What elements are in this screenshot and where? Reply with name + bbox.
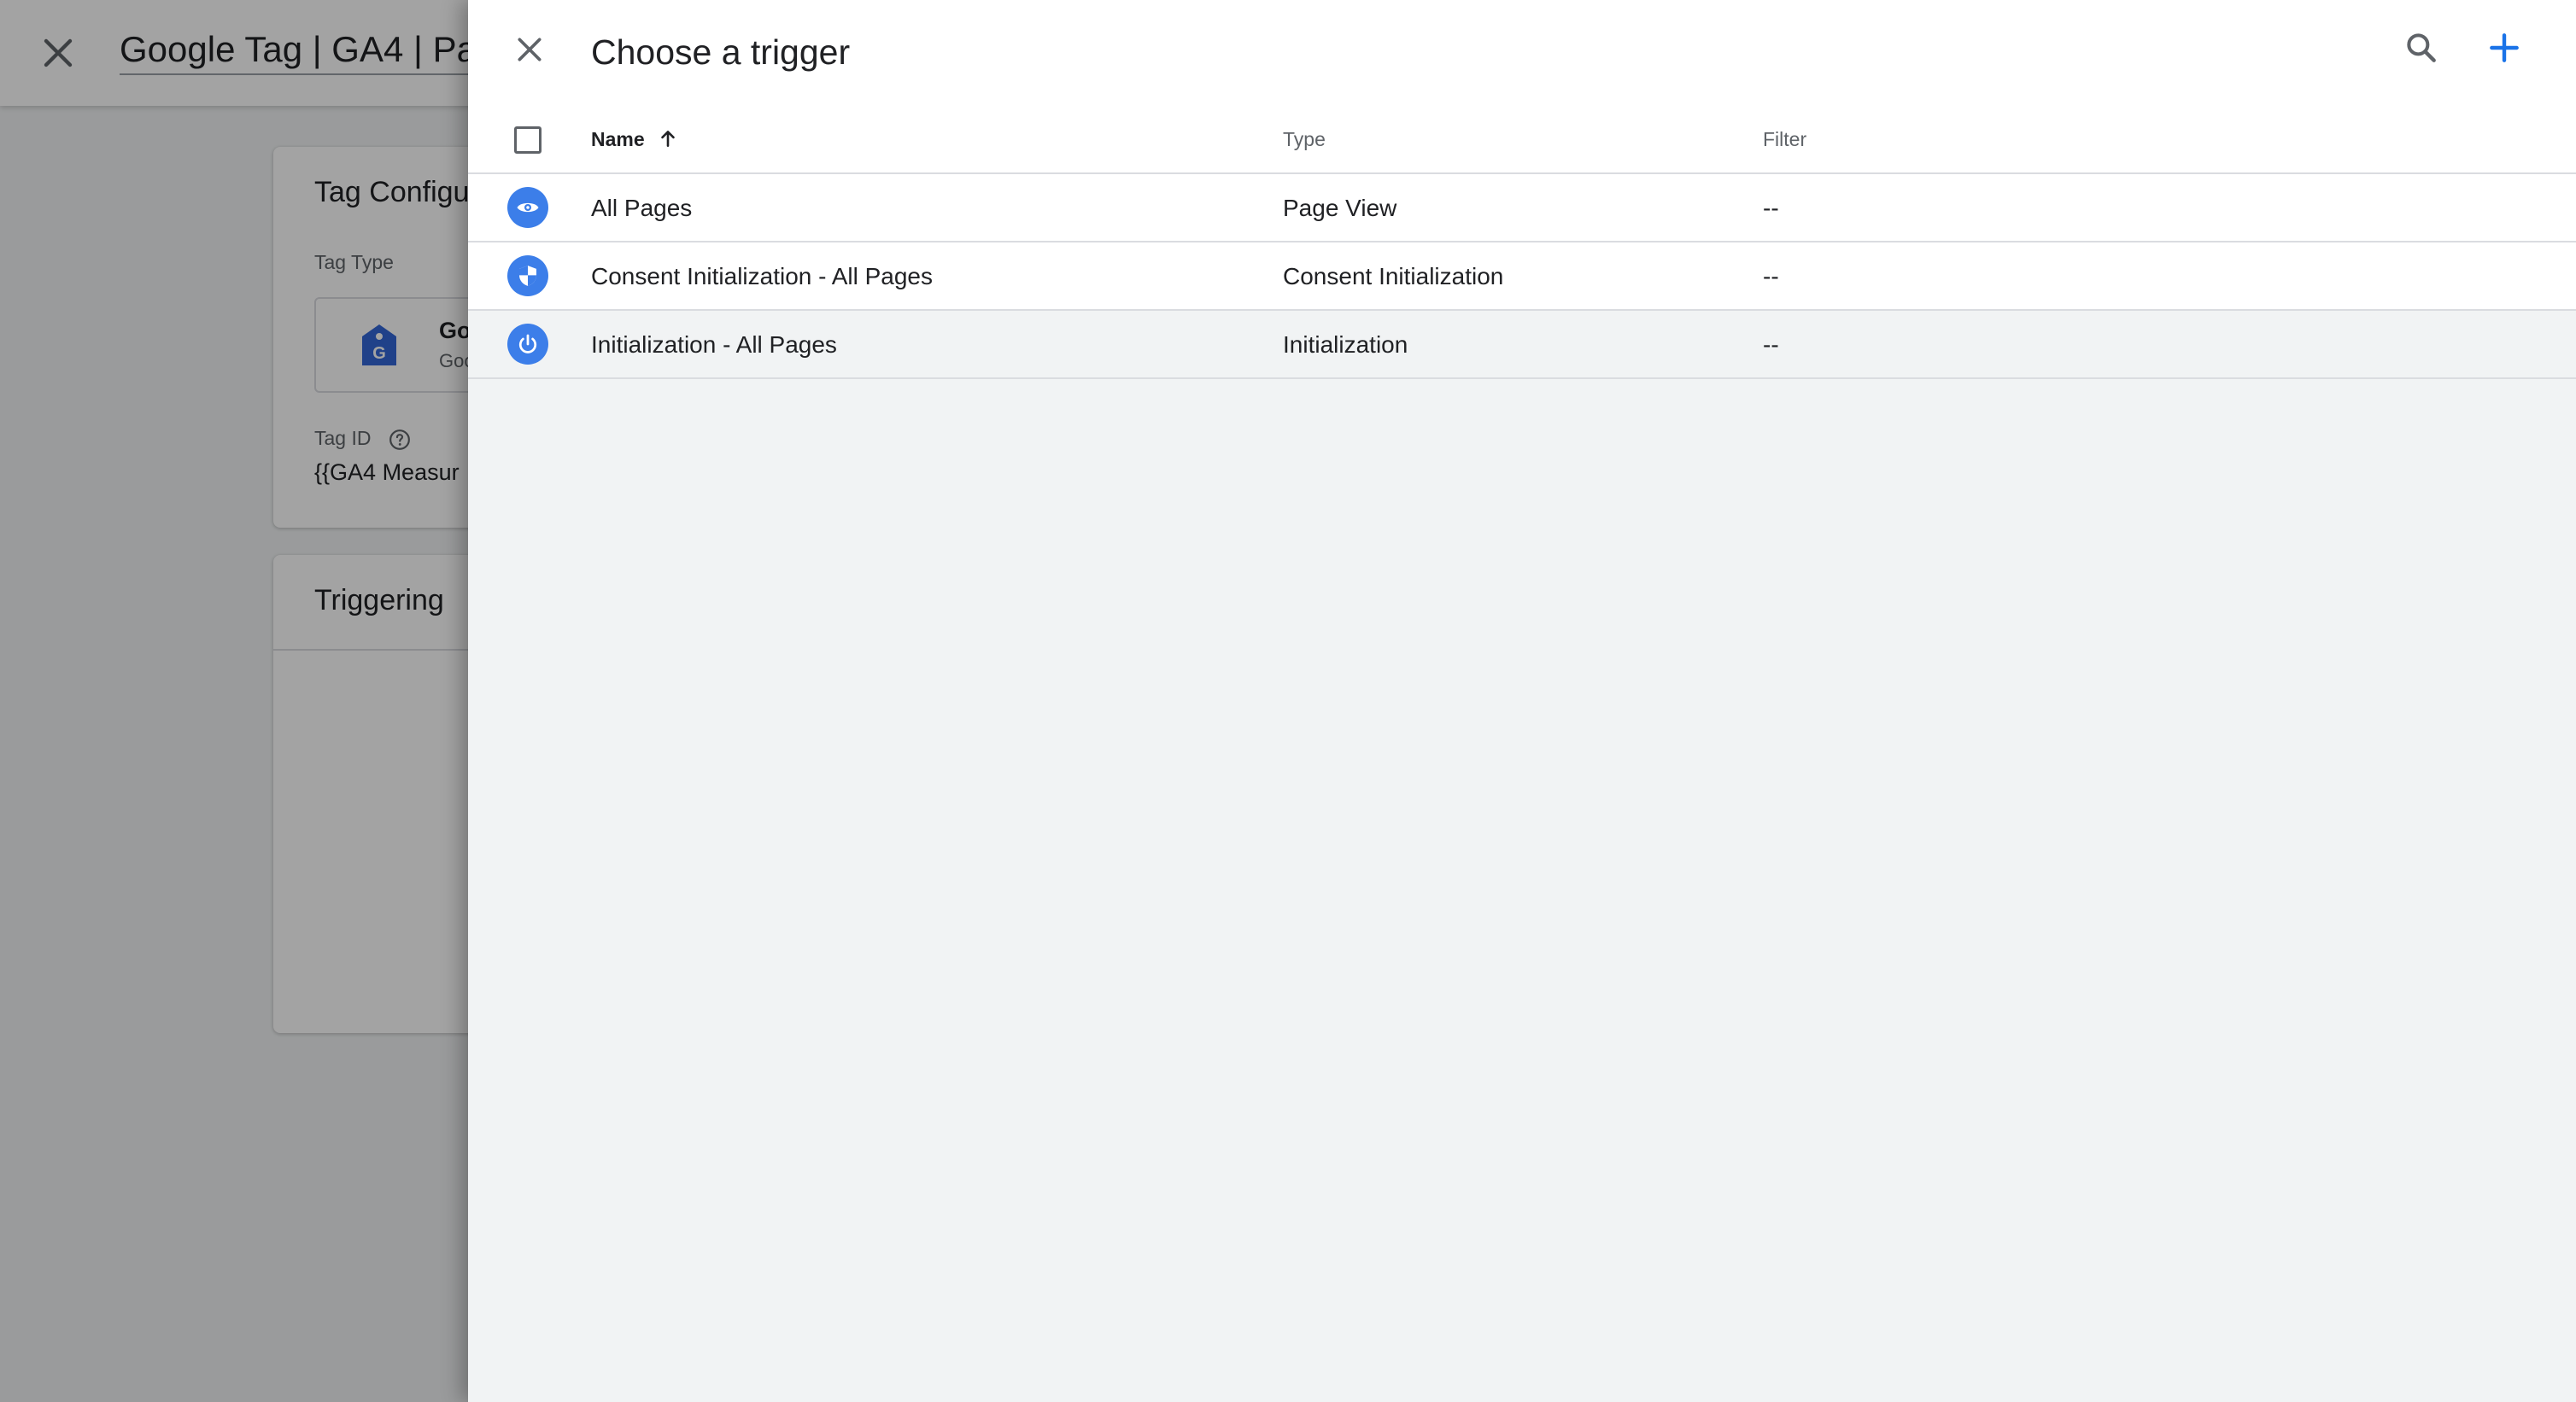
trigger-name: Consent Initialization - All Pages (591, 263, 933, 289)
trigger-type: Initialization (1283, 331, 1408, 358)
trigger-filter: -- (1763, 331, 1779, 358)
trigger-name: All Pages (591, 195, 693, 221)
column-header-filter[interactable]: Filter (1763, 128, 1806, 151)
choose-trigger-drawer: Choose a trigger Name Type Filter All Pa… (468, 0, 2576, 1402)
table-header: Name Type Filter (468, 106, 2576, 174)
plus-icon (2485, 29, 2523, 71)
eye-icon (507, 187, 548, 228)
trigger-name: Initialization - All Pages (591, 331, 837, 358)
select-all-checkbox[interactable] (514, 126, 542, 154)
table-row[interactable]: Initialization - All Pages Initializatio… (468, 311, 2576, 379)
arrow-up-icon (657, 127, 679, 149)
search-icon (2403, 29, 2440, 71)
table-row[interactable]: Consent Initialization - All Pages Conse… (468, 242, 2576, 311)
close-icon (512, 32, 547, 71)
add-trigger-button[interactable] (2479, 24, 2530, 75)
column-header-name-label: Name (591, 128, 645, 150)
table-row[interactable]: All Pages Page View -- (468, 174, 2576, 242)
trigger-filter: -- (1763, 195, 1779, 221)
trigger-table: Name Type Filter All Pages Page View -- … (468, 106, 2576, 379)
column-header-name[interactable]: Name (591, 128, 679, 152)
trigger-type: Consent Initialization (1283, 263, 1504, 289)
search-button[interactable] (2396, 24, 2447, 75)
shield-icon (507, 255, 548, 296)
power-icon (507, 324, 548, 365)
close-button[interactable] (504, 26, 555, 77)
drawer-header: Choose a trigger (468, 0, 2576, 106)
drawer-title: Choose a trigger (591, 32, 851, 72)
trigger-type: Page View (1283, 195, 1397, 221)
column-header-type[interactable]: Type (1283, 128, 1326, 151)
trigger-filter: -- (1763, 263, 1779, 289)
